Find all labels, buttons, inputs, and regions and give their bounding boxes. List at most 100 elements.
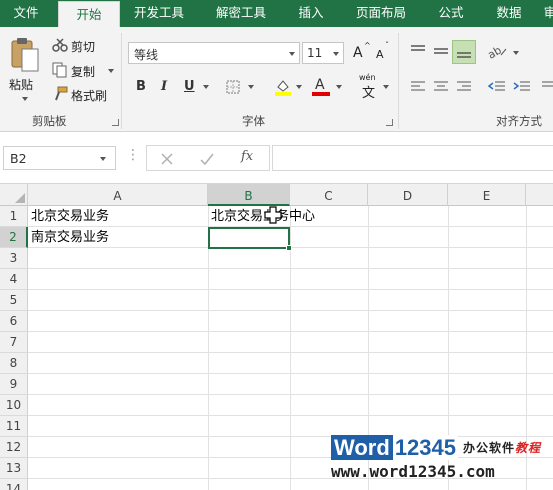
tab-review[interactable]: 审 — [540, 0, 553, 27]
clipboard-launcher-icon[interactable] — [112, 119, 119, 126]
row-header-12[interactable]: 12 — [0, 437, 28, 458]
align-bottom-icon[interactable] — [452, 40, 476, 64]
formula-buttons-box: fx — [146, 145, 270, 171]
tab-home[interactable]: 开始 — [58, 1, 120, 27]
copy-icon — [52, 62, 68, 81]
svg-text:ab: ab — [487, 44, 504, 59]
enter-icon[interactable] — [200, 152, 214, 166]
fill-color-dropdown-icon[interactable] — [296, 85, 302, 89]
borders-dropdown-icon[interactable] — [248, 85, 254, 89]
paste-dropdown-icon[interactable] — [22, 97, 28, 101]
formula-input[interactable] — [272, 145, 553, 171]
cell-a2[interactable]: 南京交易业务 — [28, 227, 109, 248]
row-header-5[interactable]: 5 — [0, 290, 28, 311]
decrease-indent-icon[interactable] — [487, 80, 506, 97]
font-size-dropdown-icon[interactable] — [333, 52, 339, 56]
tab-formulas[interactable]: 公式 — [426, 0, 476, 27]
font-launcher-icon[interactable] — [386, 119, 393, 126]
align-right-icon[interactable] — [456, 80, 472, 97]
underline-button[interactable]: U — [184, 79, 195, 94]
ribbon: 粘贴 剪切 复制 格式刷 剪贴板 等线 11 A ^ A ˇ B I U A w… — [0, 27, 553, 132]
column-header-f[interactable] — [526, 184, 553, 206]
column-header-a[interactable]: A — [28, 184, 208, 206]
paste-label[interactable]: 粘贴 — [9, 76, 33, 93]
group-divider — [121, 33, 122, 129]
group-divider — [398, 33, 399, 129]
row-header-14[interactable]: 14 — [0, 479, 28, 490]
font-name-dropdown-icon[interactable] — [289, 52, 295, 56]
row-header-3[interactable]: 3 — [0, 248, 28, 269]
row-header-6[interactable]: 6 — [0, 311, 28, 332]
pinyin-button[interactable]: 文 — [362, 82, 375, 101]
name-box-dropdown-icon[interactable] — [100, 157, 106, 161]
format-painter-button[interactable]: 格式刷 — [71, 87, 107, 104]
font-name-box[interactable]: 等线 — [128, 42, 300, 64]
underline-dropdown-icon[interactable] — [203, 85, 209, 89]
name-box[interactable]: B2 — [3, 146, 116, 170]
paste-button[interactable] — [10, 37, 40, 75]
cut-icon — [52, 38, 68, 55]
tab-decrypt-tools[interactable]: 解密工具 — [204, 0, 278, 27]
column-header-d[interactable]: D — [368, 184, 448, 206]
watermark-url: www.word12345.com — [331, 462, 495, 481]
decrease-font-size-button[interactable]: A — [376, 48, 384, 61]
increase-arrow-icon: ^ — [364, 41, 371, 50]
insert-function-button[interactable]: fx — [241, 149, 253, 164]
watermark-tagline: 办公软件教程 — [463, 439, 541, 456]
column-header-b[interactable]: B — [208, 184, 290, 206]
row-header-8[interactable]: 8 — [0, 353, 28, 374]
select-all-triangle-icon — [15, 193, 25, 203]
pinyin-top-text: wén — [359, 73, 376, 82]
row-header-11[interactable]: 11 — [0, 416, 28, 437]
tab-insert[interactable]: 插入 — [286, 0, 336, 27]
pinyin-dropdown-icon[interactable] — [383, 85, 389, 89]
clipboard-group-label: 剪贴板 — [32, 114, 67, 128]
paste-icon — [11, 38, 39, 72]
font-size-box[interactable]: 11 — [302, 42, 344, 64]
orientation-dropdown-icon[interactable] — [513, 51, 519, 55]
text-orientation-icon[interactable]: ab — [485, 43, 507, 62]
align-left-icon[interactable] — [410, 80, 426, 97]
borders-icon[interactable] — [226, 80, 240, 97]
row-header-4[interactable]: 4 — [0, 269, 28, 290]
row-header-2[interactable]: 2 — [0, 227, 28, 248]
tab-developer[interactable]: 开发工具 — [122, 0, 196, 27]
tab-file[interactable]: 文件 — [0, 0, 52, 27]
copy-button[interactable]: 复制 — [71, 63, 95, 80]
cut-button[interactable]: 剪切 — [71, 38, 95, 55]
font-color-button[interactable]: A — [312, 76, 330, 96]
row-header-7[interactable]: 7 — [0, 332, 28, 353]
cell-b1[interactable]: 北京交易业务中心 — [208, 206, 315, 227]
align-center-icon[interactable] — [433, 80, 449, 97]
gridline — [28, 373, 553, 374]
select-all-button[interactable] — [0, 184, 28, 206]
font-color-letter: A — [315, 77, 325, 93]
copy-dropdown-icon[interactable] — [108, 69, 114, 73]
bold-button[interactable]: B — [136, 79, 146, 94]
tab-data[interactable]: 数据 — [484, 0, 534, 27]
increase-font-size-button[interactable]: A — [353, 45, 363, 61]
increase-indent-icon[interactable] — [513, 80, 531, 97]
italic-button[interactable]: I — [161, 79, 167, 94]
formula-bar: B2 ⋮ fx — [0, 132, 553, 184]
column-header-e[interactable]: E — [448, 184, 526, 206]
align-top-icon[interactable] — [410, 44, 426, 61]
cell-a1[interactable]: 北京交易业务 — [28, 206, 109, 227]
tab-page-layout[interactable]: 页面布局 — [344, 0, 418, 27]
cancel-icon[interactable] — [161, 153, 173, 165]
row-header-9[interactable]: 9 — [0, 374, 28, 395]
fill-color-icon[interactable] — [274, 78, 292, 99]
align-middle-icon[interactable] — [433, 44, 449, 61]
row-header-13[interactable]: 13 — [0, 458, 28, 479]
active-cell-b2[interactable] — [208, 227, 290, 249]
column-header-c[interactable]: C — [290, 184, 368, 206]
fill-handle[interactable] — [286, 245, 292, 251]
row-header-1[interactable]: 1 — [0, 206, 28, 227]
row-header-10[interactable]: 10 — [0, 395, 28, 416]
decrease-arrow-icon: ˇ — [385, 41, 389, 50]
font-name-value: 等线 — [134, 48, 159, 62]
gridline — [28, 331, 553, 332]
font-color-dropdown-icon[interactable] — [336, 85, 342, 89]
wrap-text-icon[interactable] — [541, 80, 553, 97]
gridline — [28, 310, 553, 311]
